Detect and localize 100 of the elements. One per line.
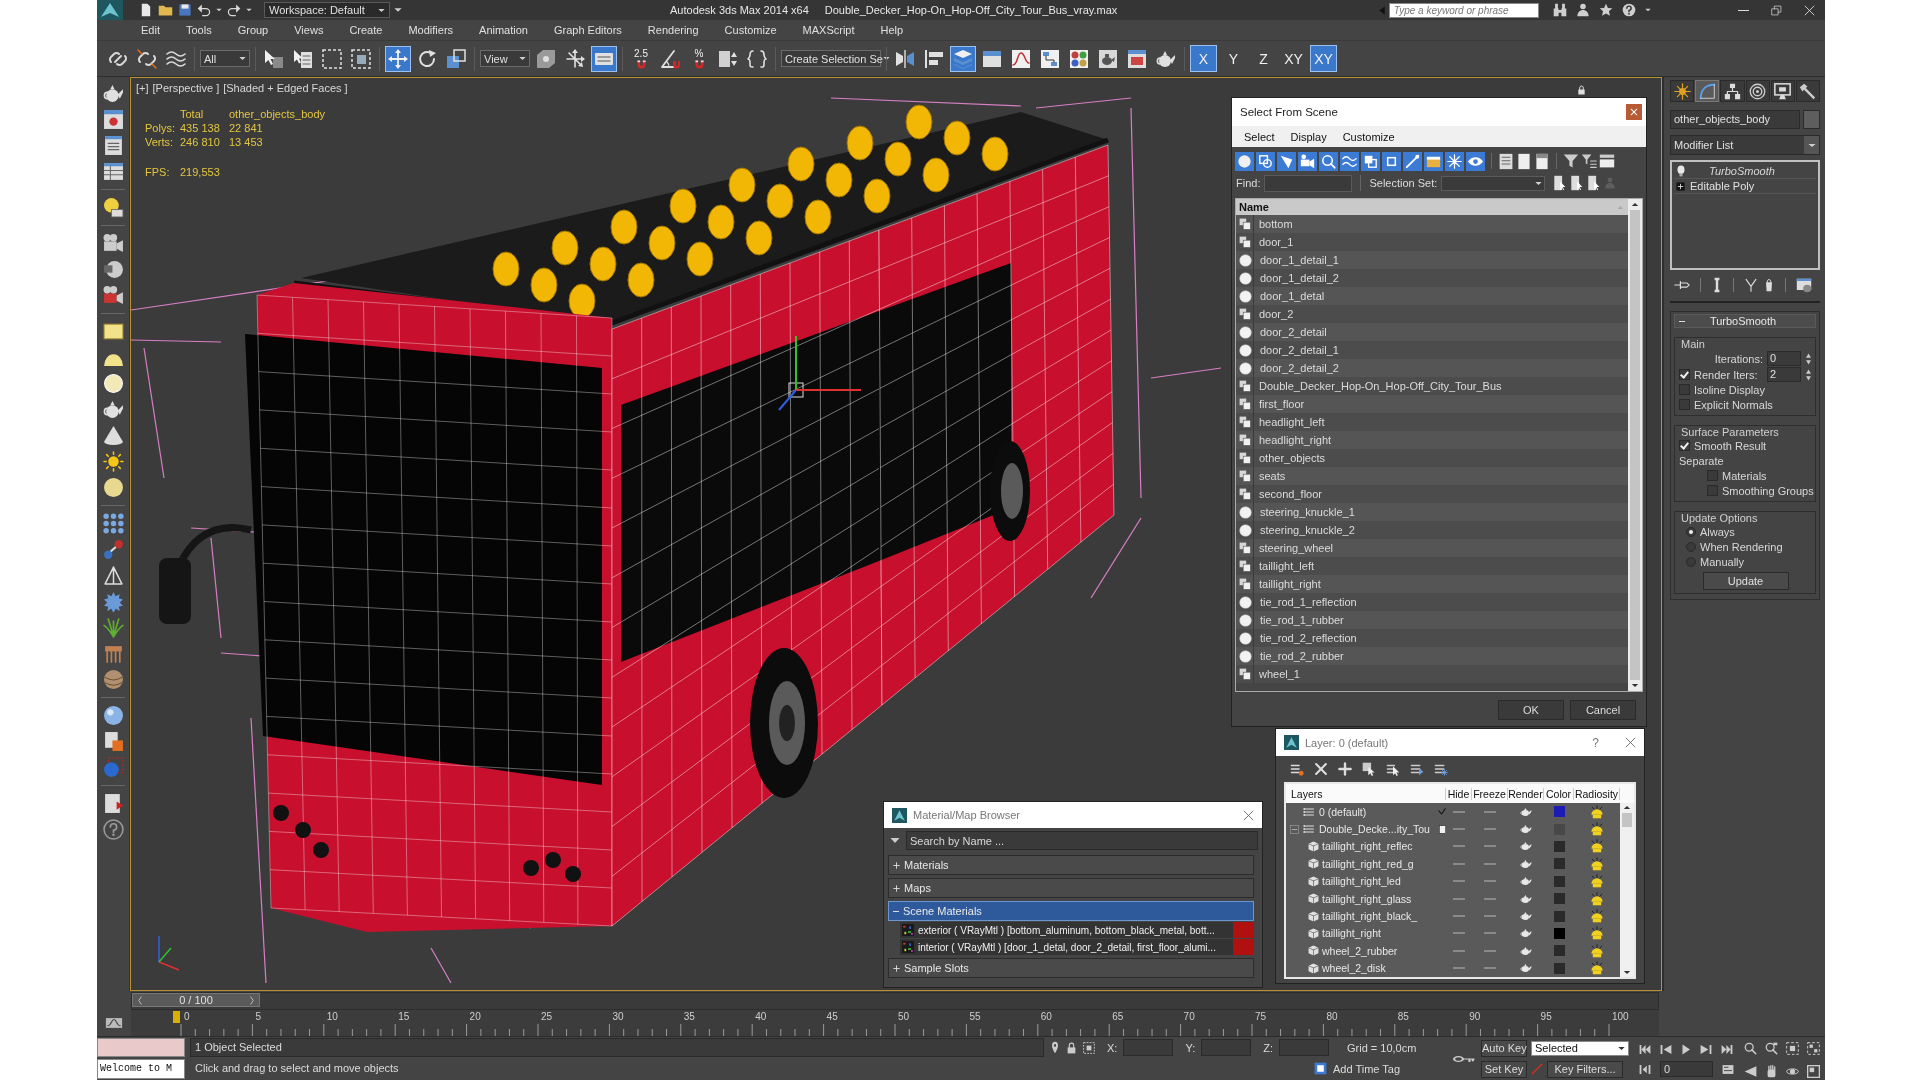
- object-name[interactable]: taillight_right: [1322, 927, 1446, 940]
- teapot-icon[interactable]: [1520, 963, 1532, 974]
- color-swatch-icon[interactable]: [1553, 927, 1565, 939]
- scroll-up-icon[interactable]: [1623, 805, 1631, 810]
- next-frame-icon[interactable]: [1700, 1043, 1712, 1055]
- color-swatch-icon[interactable]: [1553, 840, 1565, 852]
- menu-item[interactable]: Tools: [178, 24, 219, 36]
- bars-triangle-icon[interactable]: [1639, 1063, 1651, 1075]
- lines-icon[interactable]: [1498, 152, 1514, 170]
- menu-item[interactable]: Help: [873, 24, 911, 36]
- color-swatch-icon[interactable]: [1553, 806, 1565, 818]
- close-icon[interactable]: [1243, 809, 1254, 821]
- mini-curve-icon[interactable]: [105, 1015, 123, 1030]
- scrollbar[interactable]: [1628, 199, 1642, 691]
- search-field[interactable]: Search by Name ...: [906, 831, 1258, 850]
- bus-side-rear-drawing[interactable]: [878, 144, 1115, 706]
- light-dome-icon[interactable]: [1590, 961, 1604, 976]
- skip-start-icon[interactable]: [1639, 1043, 1651, 1055]
- scrollbar[interactable]: [1620, 803, 1634, 977]
- light-dome-icon[interactable]: [1590, 856, 1604, 871]
- object-name[interactable]: taillight_right_black_: [1322, 910, 1446, 923]
- dashed-frame-squares-icon[interactable]: [1807, 1042, 1820, 1055]
- object-row[interactable]: tie_rod_2_reflection: [1236, 629, 1628, 647]
- star-icon[interactable]: [1598, 3, 1613, 17]
- page-top-icon[interactable]: [1534, 152, 1550, 170]
- tile-camera-icon[interactable]: [1298, 151, 1317, 171]
- layer-name[interactable]: Double_Decke...ity_Tou: [1319, 823, 1435, 836]
- axis-constraint-button[interactable]: XY: [1280, 45, 1307, 72]
- menu-item[interactable]: Create: [342, 24, 390, 36]
- set-key-button[interactable]: Set Key: [1481, 1060, 1527, 1078]
- radio-button[interactable]: [1686, 541, 1696, 552]
- light-dome-icon[interactable]: [1590, 839, 1604, 854]
- update-button[interactable]: Update: [1702, 572, 1789, 590]
- object-row[interactable]: first_floor: [1236, 395, 1628, 413]
- panel-tab[interactable]: [1770, 80, 1795, 102]
- material-item[interactable]: exterior ( VRayMtl ) [bottom_aluminum, bottom_black_metal, bott...: [900, 922, 1254, 938]
- toolbar-dropdown[interactable]: View: [480, 50, 530, 67]
- object-row[interactable]: door_1_detal: [1236, 287, 1628, 305]
- menu-item[interactable]: Select: [1244, 130, 1275, 143]
- search-field[interactable]: Type a keyword or phrase: [1388, 2, 1539, 18]
- object-row[interactable]: other_objects: [1236, 449, 1628, 467]
- redo-icon[interactable]: [227, 3, 241, 17]
- teapot-icon[interactable]: [1520, 876, 1532, 887]
- bus-side-front-drawing[interactable]: [611, 229, 883, 927]
- caret-icon[interactable]: [246, 8, 252, 12]
- doc-arrow-icon[interactable]: [102, 793, 124, 814]
- rollout-header[interactable]: TurboSmooth: [1674, 314, 1816, 328]
- document-icon[interactable]: [102, 731, 124, 752]
- scroll-down-icon[interactable]: [1623, 970, 1631, 975]
- spinner-field[interactable]: 0: [1767, 351, 1801, 366]
- scroll-up-icon[interactable]: [1631, 202, 1639, 207]
- spinner-field[interactable]: 2: [1767, 367, 1801, 382]
- sun-icon[interactable]: [102, 451, 124, 472]
- ring-icon[interactable]: [102, 373, 124, 394]
- find-field[interactable]: [1264, 174, 1353, 192]
- category-header[interactable]: Sample Slots: [888, 958, 1254, 978]
- scroll-down-icon[interactable]: [1631, 683, 1639, 688]
- tile-shapes-icon[interactable]: [1256, 151, 1275, 171]
- wedge-icon[interactable]: [1744, 1064, 1757, 1078]
- move-icon[interactable]: [385, 45, 411, 72]
- undo-icon[interactable]: [197, 3, 211, 17]
- viewport-menu[interactable]: [Shaded + Edged Faces ]: [223, 82, 348, 94]
- time-slider-thumb[interactable]: 0 / 100: [132, 993, 260, 1007]
- dots-grid-icon[interactable]: [102, 513, 124, 534]
- film-camera-icon[interactable]: [102, 285, 124, 306]
- snap-toggle-button[interactable]: %: [686, 45, 712, 72]
- axis-constraint-button[interactable]: Z: [1250, 45, 1277, 72]
- category-header[interactable]: Scene Materials: [888, 901, 1254, 921]
- key-mode-dropdown[interactable]: Selected: [1531, 1040, 1629, 1056]
- lock-icon[interactable]: [1066, 1041, 1077, 1054]
- color-swatch-icon[interactable]: [1553, 962, 1565, 974]
- doc-cursor-icon[interactable]: [1553, 175, 1567, 191]
- time-slider-track[interactable]: 0 / 100: [131, 992, 1659, 1010]
- checkbox[interactable]: [1679, 384, 1690, 395]
- column-header[interactable]: Color: [1544, 787, 1574, 800]
- object-row[interactable]: Double_Decker_Hop-On_Hop-Off_City_Tour_Bus: [1236, 377, 1628, 395]
- teapot-icon[interactable]: [102, 83, 124, 104]
- radio-button[interactable]: [1686, 526, 1696, 537]
- light-dome-icon[interactable]: [1590, 891, 1604, 906]
- object-row[interactable]: door_1: [1236, 233, 1628, 251]
- lines-arrow-icon[interactable]: [1410, 762, 1424, 776]
- funnel-list-icon[interactable]: [1581, 153, 1597, 169]
- object-row[interactable]: steering_knuckle_1: [1236, 503, 1628, 521]
- pin-drop-icon[interactable]: [1050, 1041, 1060, 1054]
- chevron-left-icon[interactable]: [137, 995, 143, 1005]
- page-icon[interactable]: [1516, 152, 1532, 170]
- object-name[interactable]: wheel_2_rubber: [1322, 944, 1446, 957]
- bulb-icon[interactable]: [102, 197, 124, 218]
- new-file-icon[interactable]: [139, 3, 153, 17]
- panel-tab[interactable]: [1695, 80, 1720, 102]
- color-swatch-icon[interactable]: [1553, 910, 1565, 922]
- lines-dot-icon[interactable]: [1290, 762, 1304, 776]
- object-name[interactable]: taillight_right_led: [1322, 875, 1446, 888]
- object-row[interactable]: door_2_detail_1: [1236, 341, 1628, 359]
- dashed-frame-icon[interactable]: [1786, 1042, 1799, 1055]
- category-header[interactable]: Maps: [888, 878, 1254, 898]
- key-filters-button[interactable]: Key Filters...: [1547, 1060, 1623, 1078]
- hand-icon[interactable]: [1765, 1064, 1778, 1078]
- object-row[interactable]: door_2_detail: [1236, 323, 1628, 341]
- frame-field[interactable]: 0: [1660, 1061, 1713, 1077]
